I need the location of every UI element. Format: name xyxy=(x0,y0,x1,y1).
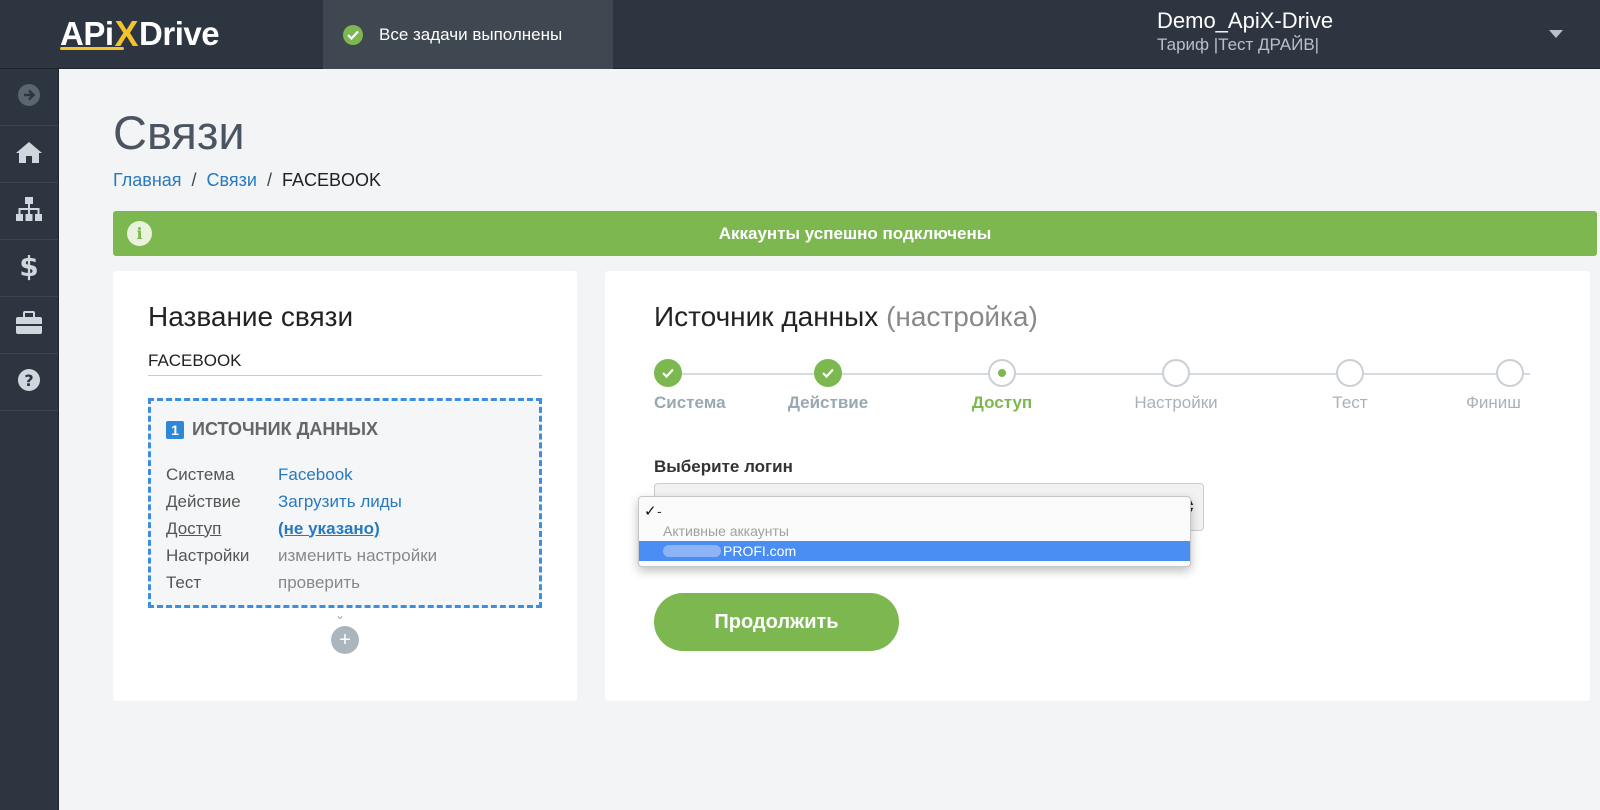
checkmark-icon: ✓ xyxy=(644,503,657,520)
sidebar: $ ? xyxy=(0,69,59,810)
stepper-line xyxy=(668,373,1530,375)
check-icon xyxy=(814,359,842,387)
detail-key: Система xyxy=(166,464,235,484)
detail-key: Настройки xyxy=(166,545,250,565)
data-source-block[interactable]: 1 ИСТОЧНИК ДАННЫХ Система Facebook Дейст… xyxy=(148,398,542,608)
home-icon xyxy=(15,140,43,169)
detail-row-system: Система Facebook xyxy=(166,461,437,488)
data-source-settings-card: Источник данных (настройка) Система Дейс… xyxy=(605,271,1590,701)
settings-title: Источник данных (настройка) xyxy=(654,301,1038,333)
step-label: Доступ xyxy=(971,393,1033,412)
sidebar-item-home[interactable] xyxy=(0,126,58,183)
login-dropdown-menu: ✓ - Активные аккаунты PROFI.com xyxy=(638,496,1191,567)
option-label: - xyxy=(657,503,662,519)
step-label: Действие xyxy=(787,393,869,412)
redacted-text xyxy=(663,545,721,557)
help-icon: ? xyxy=(17,368,41,397)
detail-key: Действие xyxy=(166,491,241,511)
add-step-button[interactable]: + xyxy=(331,626,359,654)
settings-title-muted: (настройка) xyxy=(886,301,1038,332)
sidebar-item-billing[interactable]: $ xyxy=(0,240,58,297)
detail-key: Доступ xyxy=(166,518,222,538)
connection-name-field[interactable]: FACEBOOK xyxy=(148,351,542,376)
dropdown-option-empty[interactable]: ✓ - xyxy=(639,501,1190,521)
arrow-right-circle-icon xyxy=(17,83,41,112)
breadcrumb-separator: / xyxy=(266,170,272,190)
check-icon xyxy=(654,359,682,387)
data-source-title: ИСТОЧНИК ДАННЫХ xyxy=(192,419,379,439)
connection-name-title: Название связи xyxy=(148,301,354,332)
step-label: Тест xyxy=(1332,393,1368,412)
continue-button[interactable]: Продолжить xyxy=(654,593,899,651)
dollar-icon: $ xyxy=(19,250,39,286)
user-menu[interactable]: Demo_ApiX-Drive Тариф |Тест ДРАЙВ| xyxy=(1157,8,1333,56)
breadcrumb: Главная / Связи / FACEBOOK xyxy=(113,170,381,191)
sidebar-item-cases[interactable] xyxy=(0,297,58,354)
breadcrumb-home[interactable]: Главная xyxy=(113,170,182,191)
detail-row-test: Тест проверить xyxy=(166,569,437,596)
user-name: Demo_ApiX-Drive xyxy=(1157,8,1334,33)
detail-value-settings: изменить настройки xyxy=(278,545,438,565)
data-source-header: 1 ИСТОЧНИК ДАННЫХ xyxy=(166,419,378,440)
alert-text: Аккаунты успешно подключены xyxy=(718,223,992,243)
detail-row-settings: Настройки изменить настройки xyxy=(166,542,437,569)
sidebar-item-connections[interactable] xyxy=(0,183,58,240)
top-bar: APi X Drive Все задачи выполнены Demo_ApiX… xyxy=(0,0,1600,69)
user-plan: Тариф |Тест ДРАЙВ| xyxy=(1157,35,1320,54)
option-label: PROFI.com xyxy=(723,543,797,559)
detail-value-test: проверить xyxy=(278,572,361,592)
svg-text:?: ? xyxy=(24,371,33,390)
breadcrumb-current: FACEBOOK xyxy=(281,170,381,190)
sidebar-item-help[interactable]: ? xyxy=(0,354,58,411)
logo-underline xyxy=(60,47,124,50)
detail-row-action: Действие Загрузить лиды xyxy=(166,488,437,515)
dropdown-group-label: Активные аккаунты xyxy=(663,523,789,539)
login-select-label: Выберите логин xyxy=(654,457,793,476)
sitemap-icon xyxy=(15,196,43,227)
info-icon: i xyxy=(127,221,152,246)
step-number-badge: 1 xyxy=(166,420,184,439)
current-step-icon xyxy=(988,359,1016,387)
status-text: Все задачи выполнены xyxy=(379,24,563,44)
step-label: Финиш xyxy=(1466,393,1521,412)
tasks-status: Все задачи выполнены xyxy=(323,0,613,69)
success-alert: i Аккаунты успешно подключены xyxy=(113,211,1597,256)
page-title: Связи xyxy=(113,106,245,159)
step-label: Настройки xyxy=(1134,393,1218,412)
pending-step-icon xyxy=(1162,359,1190,387)
dropdown-option-account[interactable]: PROFI.com xyxy=(639,541,1190,561)
breadcrumb-connections[interactable]: Связи xyxy=(207,170,257,191)
pending-step-icon xyxy=(1496,359,1524,387)
briefcase-icon xyxy=(15,310,43,340)
detail-key: Тест xyxy=(166,572,202,592)
data-source-details: Система Facebook Действие Загрузить лиды… xyxy=(166,461,437,596)
chevron-down-icon[interactable] xyxy=(1549,30,1563,38)
chevron-down-icon: ⌄ xyxy=(335,608,346,622)
sidebar-item-collapse[interactable] xyxy=(0,69,58,126)
pending-step-icon xyxy=(1336,359,1364,387)
settings-title-main: Источник данных xyxy=(654,301,879,332)
logo-text-right: Drive xyxy=(139,15,220,52)
connection-card: Название связи FACEBOOK 1 ИСТОЧНИК ДАННЫ… xyxy=(113,271,577,701)
breadcrumb-separator: / xyxy=(191,170,197,190)
check-circle-icon xyxy=(343,24,363,45)
detail-value-action[interactable]: Загрузить лиды xyxy=(278,492,402,512)
step-label: Система xyxy=(654,393,726,412)
detail-row-access: Доступ (не указано) xyxy=(166,515,437,542)
detail-value-system[interactable]: Facebook xyxy=(278,465,353,485)
detail-value-access[interactable]: (не указано) xyxy=(278,519,380,539)
progress-stepper: Система Действие Доступ Настройки Тест Ф… xyxy=(654,359,1544,419)
svg-text:$: $ xyxy=(19,251,38,281)
